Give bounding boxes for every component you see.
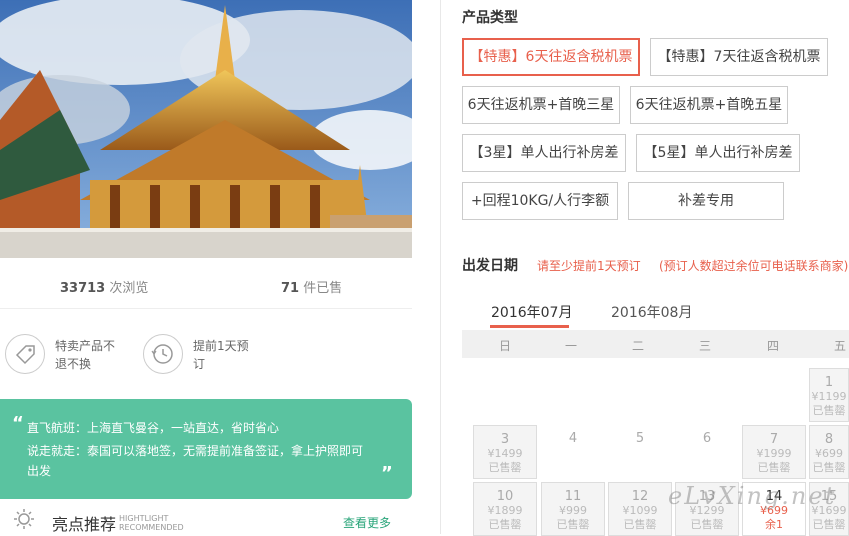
sun-icon (12, 508, 36, 534)
option-price-diff[interactable]: 补差专用 (628, 182, 784, 220)
calendar-day[interactable]: 8 ¥699 已售罄 (809, 425, 849, 479)
tab-month-july[interactable]: 2016年07月 (491, 302, 572, 322)
view-count: 33713 次浏览 (60, 281, 149, 296)
product-left-panel: 33713 次浏览 71 件已售 特卖产品不 退不换 提前1天预订 “ 直飞航班：… (0, 0, 441, 534)
calendar-day: 6 (702, 431, 712, 446)
highlight-line-2: 说走就走：泰国可以落地签，无需提前准备签证，拿上护照即可出发 (27, 444, 364, 478)
open-quote-icon: “ (12, 413, 24, 434)
weekday-sun: 日 (499, 339, 512, 353)
highlight-box: “ 直飞航班：上海直飞曼谷，一站直达，省时省心 说走就走：泰国可以落地签，无需提… (0, 399, 412, 499)
weekday-header: 日 一 二 三 四 五 (462, 330, 849, 358)
calendar-day[interactable]: 1 ¥1199 已售罄 (809, 368, 849, 422)
see-more-link[interactable]: 查看更多 (343, 514, 391, 531)
feature-no-refund: 特卖产品不 退不换 (5, 334, 145, 374)
sold-count: 71 件已售 (281, 281, 343, 296)
tab-month-august[interactable]: 2016年08月 (611, 302, 692, 322)
option-6day-3star[interactable]: 6天往返机票+首晚三星 (462, 86, 620, 124)
history-clock-icon (143, 334, 183, 374)
weekday-thu: 四 (767, 339, 780, 353)
booking-panel: 产品类型 【特惠】6天往返含税机票 【特惠】7天往返含税机票 6天往返机票+首晚… (441, 0, 849, 536)
product-photo (0, 0, 412, 258)
close-quote-icon: ” (381, 463, 393, 484)
feature-book-ahead: 提前1天预订 (143, 334, 283, 374)
active-month-indicator (490, 325, 569, 328)
option-return-luggage[interactable]: +回程10KG/人行李额 (462, 182, 618, 220)
highlight-line-1: 直飞航班：上海直飞曼谷，一站直达，省时省心 (27, 421, 280, 435)
option-6day-5star[interactable]: 6天往返机票+首晚五星 (630, 86, 788, 124)
calendar-day: 4 (568, 431, 578, 446)
booking-note: 请至少提前1天预订 (537, 259, 641, 273)
highlights-subtitle: HIGHTLIGHT RECOMMENDED (119, 514, 184, 532)
calendar-day[interactable]: 11 ¥999 已售罄 (541, 482, 605, 536)
weekday-tue: 二 (632, 339, 645, 353)
tag-icon (5, 334, 45, 374)
calendar-day[interactable]: 3 ¥1499 已售罄 (473, 425, 537, 479)
calendar-day[interactable]: 7 ¥1999 已售罄 (742, 425, 806, 479)
weekday-fri: 五 (834, 339, 847, 353)
option-special-6day[interactable]: 【特惠】6天往返含税机票 (462, 38, 640, 76)
weekday-mon: 一 (565, 339, 578, 353)
calendar-day[interactable]: 10 ¥1899 已售罄 (473, 482, 537, 536)
weekday-wed: 三 (699, 339, 712, 353)
watermark: eLvXing.net (668, 482, 837, 510)
highlights-title: 亮点推荐 (52, 515, 117, 534)
departure-title: 出发日期 (462, 258, 518, 274)
product-type-title: 产品类型 (462, 10, 518, 26)
calendar-day[interactable]: 12 ¥1099 已售罄 (608, 482, 672, 536)
calendar-day: 5 (635, 431, 645, 446)
stats-bar: 33713 次浏览 71 件已售 (0, 258, 412, 309)
contact-note: (预订人数超过余位可电话联系商家) (659, 259, 849, 273)
option-5star-single[interactable]: 【5星】单人出行补房差 (636, 134, 800, 172)
option-special-7day[interactable]: 【特惠】7天往返含税机票 (650, 38, 828, 76)
highlights-header: 亮点推荐 HIGHTLIGHT RECOMMENDED 查看更多 (0, 499, 412, 534)
option-3star-single[interactable]: 【3星】单人出行补房差 (462, 134, 626, 172)
